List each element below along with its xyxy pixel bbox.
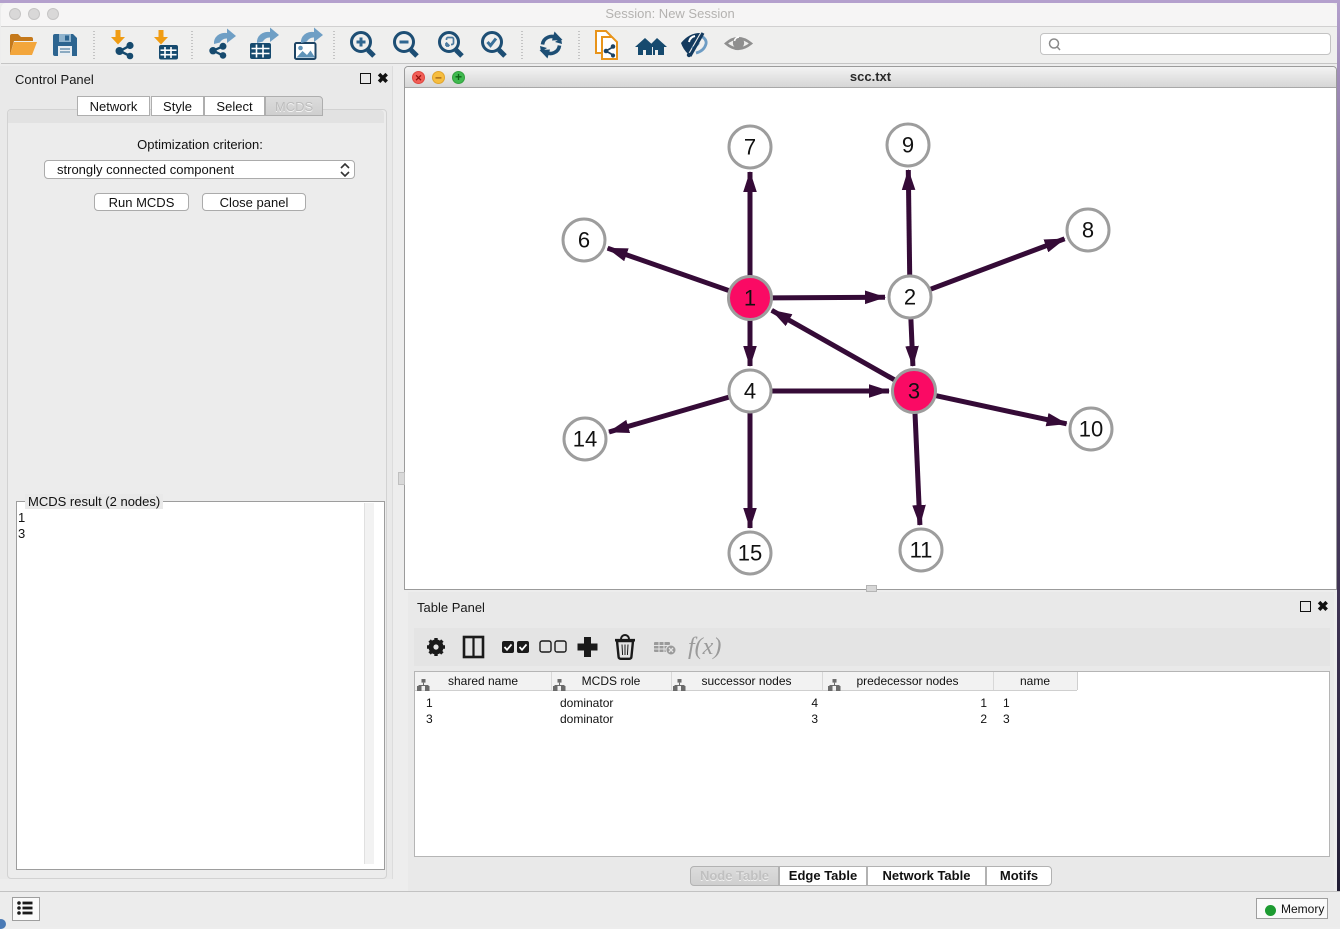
svg-text:8: 8 [1082,218,1094,243]
svg-text:10: 10 [1079,417,1103,442]
svg-text:6: 6 [578,228,590,253]
svg-text:f(x): f(x) [688,634,721,660]
svg-text:11: 11 [910,538,933,563]
svg-text:4: 4 [744,379,756,404]
svg-text:9: 9 [902,133,914,158]
svg-text:1: 1 [744,286,756,311]
svg-text:15: 15 [738,541,762,566]
svg-text:7: 7 [744,135,756,160]
svg-text:14: 14 [573,427,597,452]
svg-text:3: 3 [908,379,920,404]
svg-text:2: 2 [904,285,916,310]
